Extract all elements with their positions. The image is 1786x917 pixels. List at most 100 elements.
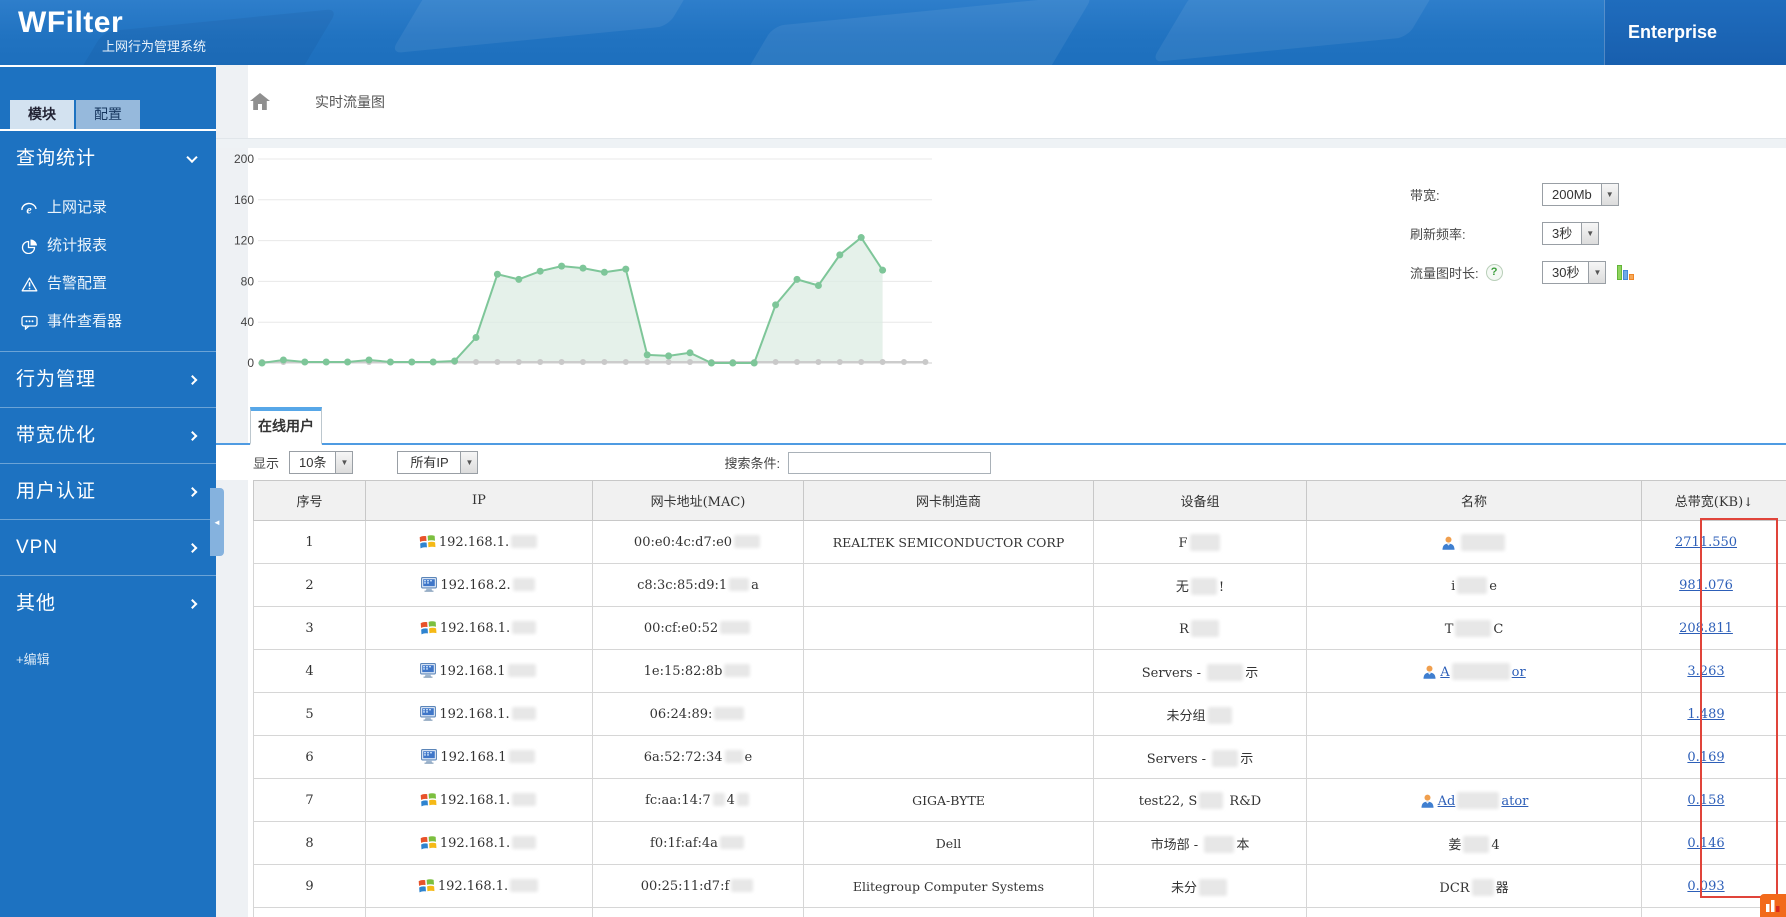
ip-cell: 192.168.1.: [365, 520, 593, 564]
censored-text: [511, 707, 536, 720]
sidebar-edit-link[interactable]: +编辑: [16, 649, 216, 668]
bar-chart-icon[interactable]: [1616, 264, 1636, 281]
home-icon[interactable]: [250, 93, 270, 110]
ip-filter-select[interactable]: 所有IP ▼: [397, 451, 479, 474]
empty-cell: [803, 907, 1094, 917]
censored-text: [1207, 663, 1244, 681]
online-users-table-wrap: 序号 IP 网卡地址(MAC) 网卡制造商 设备组 名称 总带宽(KB)↓ 1 192.168…: [216, 480, 1786, 917]
sidebar-section-4[interactable]: VPN: [0, 519, 216, 575]
sidebar-section-label: 行为管理: [16, 369, 97, 390]
row-index-cell: 1: [253, 520, 366, 564]
column-header-3[interactable]: 网卡制造商: [803, 480, 1094, 521]
bandwidth-label: 带宽:: [1410, 187, 1440, 203]
device-group-cell: 市场部 - 本: [1093, 821, 1307, 865]
censored-text: [1457, 791, 1500, 809]
bandwidth-control-row: 带宽: 200Mb ▼: [1410, 181, 1636, 207]
sort-desc-icon: ↓: [1743, 495, 1754, 509]
column-header-1[interactable]: IP: [365, 480, 593, 521]
column-header-4[interactable]: 设备组: [1093, 480, 1307, 521]
column-header-6[interactable]: 总带宽(KB)↓: [1641, 480, 1786, 521]
censored-text: [1207, 706, 1232, 724]
censored-text: [1190, 577, 1217, 595]
user-name-link[interactable]: [1459, 533, 1507, 551]
sidebar-section-3[interactable]: 用户认证: [0, 463, 216, 519]
mac-cell: f0:1f:af:4a: [592, 821, 804, 865]
refresh-rate-select[interactable]: 3秒 ▼: [1542, 221, 1600, 245]
floating-widget-icon[interactable]: [1760, 894, 1786, 917]
refresh-rate-label: 刷新频率:: [1410, 226, 1466, 242]
duration-label: 流量图时长: ?: [1410, 263, 1542, 282]
help-icon[interactable]: ?: [1485, 263, 1503, 281]
vendor-cell: REALTEK SEMICONDUCTOR CORP: [803, 520, 1094, 564]
sidebar-item-上网记录[interactable]: e 上网记录: [0, 189, 216, 227]
mac-cell: c8:3c:85:d9:1 a: [592, 563, 804, 607]
sidebar-collapse-handle[interactable]: ◄: [210, 488, 224, 556]
bandwidth-link[interactable]: 208.811: [1679, 621, 1733, 636]
tab-config[interactable]: 配置: [76, 100, 140, 129]
bandwidth-link[interactable]: 981.076: [1679, 578, 1733, 593]
bandwidth-link[interactable]: 0.093: [1687, 879, 1724, 894]
row-index-cell: 6: [253, 735, 366, 779]
page-size-select[interactable]: 10条 ▼: [289, 451, 354, 474]
sidebar-section-0[interactable]: 查询统计: [0, 131, 216, 187]
tab-modules[interactable]: 模块: [10, 100, 74, 129]
censored-text: [1204, 835, 1235, 853]
sidebar-item-告警配置[interactable]: 告警配置: [0, 265, 216, 303]
svg-text:40: 40: [241, 315, 255, 329]
table-row: 9 192.168.1. 00:25:11:d7:f Elitegroup Compu…: [253, 864, 1786, 908]
bandwidth-cell: 0.158: [1641, 778, 1786, 822]
svg-text:e: e: [26, 202, 32, 216]
windows-logo-icon: [420, 620, 437, 635]
bandwidth-link[interactable]: 1.489: [1687, 707, 1724, 722]
search-input[interactable]: [788, 451, 992, 474]
search-label: 搜索条件:: [724, 456, 781, 471]
user-name-text: ie: [1451, 576, 1497, 594]
chart-controls: 带宽: 200Mb ▼ 刷新频率: 3秒 ▼ 流量图时长: ? 30秒 ▼: [1410, 181, 1636, 298]
censored-text: [1189, 533, 1220, 551]
table-row: 6 192.168.1 6a:52:72:34 e Servers - 示 0.169: [253, 735, 1786, 779]
chevron-down-icon: [186, 151, 198, 164]
main-content: 实时流量图 0 40 80 120 160 200 带宽: 200Mb ▼ 刷新频率: 3…: [216, 65, 1786, 917]
vendor-cell: Elitegroup Computer Systems: [803, 864, 1094, 908]
bandwidth-cell: 981.076: [1641, 563, 1786, 607]
column-header-0[interactable]: 序号: [253, 480, 366, 521]
sidebar-item-统计报表[interactable]: 统计报表: [0, 227, 216, 265]
top-header: WFilter 上网行为管理系统 Enterprise: [0, 0, 1786, 65]
svg-text:80: 80: [241, 274, 255, 288]
dropdown-arrow-icon: ▼: [1600, 183, 1618, 205]
tab-online-users[interactable]: 在线用户: [250, 407, 322, 445]
bandwidth-link[interactable]: 2711.550: [1675, 535, 1737, 550]
user-name-link[interactable]: Ad ator: [1438, 791, 1528, 809]
chevron-right-icon: [187, 542, 198, 553]
windows-logo-icon: [420, 835, 437, 850]
bandwidth-link[interactable]: 0.146: [1687, 836, 1724, 851]
monitor-icon: [421, 749, 438, 764]
sidebar-section-2[interactable]: 带宽优化: [0, 407, 216, 463]
sidebar-section-5[interactable]: 其他: [0, 575, 216, 631]
dropdown-arrow-icon: ▼: [1581, 222, 1599, 244]
column-header-5[interactable]: 名称: [1306, 480, 1642, 521]
censored-text: [510, 879, 539, 892]
bandwidth-cell: 3.263: [1641, 649, 1786, 693]
column-header-2[interactable]: 网卡地址(MAC): [592, 480, 804, 521]
user-name-link[interactable]: Aor: [1440, 662, 1526, 680]
table-row-partial: [253, 907, 1786, 917]
bandwidth-select[interactable]: 200Mb ▼: [1542, 182, 1619, 206]
table-filter-row: 显示 10条 ▼ 所有IP ▼ 搜索条件:: [216, 445, 1786, 480]
table-row: 3 192.168.1. 00:cf:e0:52 R T C 208.811: [253, 606, 1786, 650]
bandwidth-link[interactable]: 3.263: [1687, 664, 1724, 679]
empty-cell: [1306, 907, 1642, 917]
bandwidth-link[interactable]: 0.169: [1687, 750, 1724, 765]
censored-text: [1461, 533, 1505, 551]
sidebar-item-事件查看器[interactable]: 事件查看器: [0, 303, 216, 341]
empty-cell: [592, 907, 804, 917]
sidebar-section-1[interactable]: 行为管理: [0, 351, 216, 407]
table-header-row: 序号 IP 网卡地址(MAC) 网卡制造商 设备组 名称 总带宽(KB)↓: [253, 480, 1786, 521]
logo-text: WFilter: [18, 6, 124, 39]
person-icon: [1422, 665, 1437, 679]
svg-text:200: 200: [234, 152, 254, 166]
name-cell: DCR 器: [1306, 864, 1642, 908]
duration-select[interactable]: 30秒 ▼: [1542, 260, 1607, 284]
bandwidth-link[interactable]: 0.158: [1687, 793, 1724, 808]
chevron-right-icon: [187, 486, 198, 497]
